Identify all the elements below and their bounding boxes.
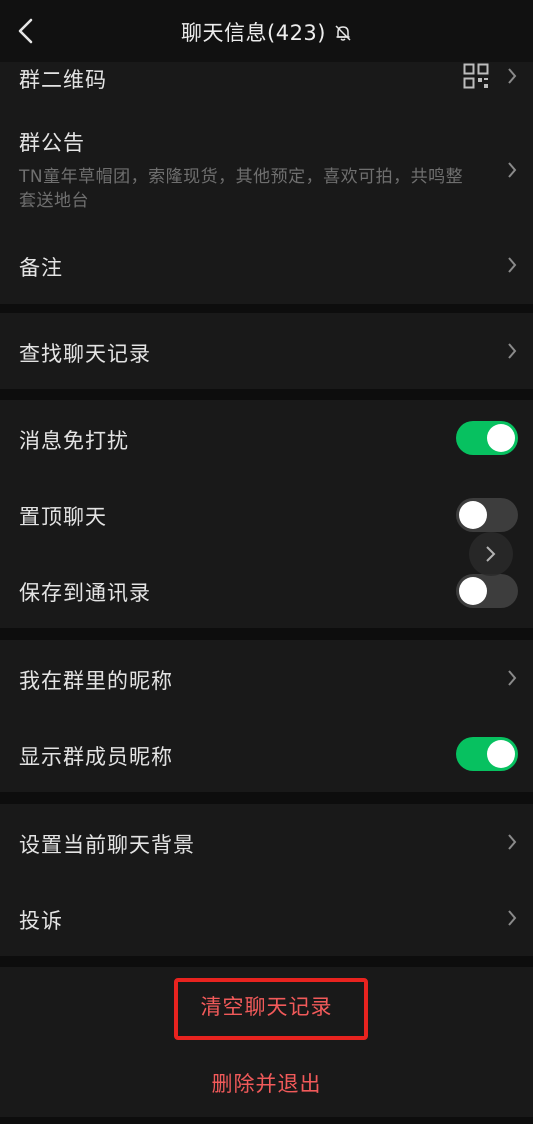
page-title-text: 聊天信息(423) [181, 21, 326, 45]
show-member-nickname-toggle[interactable] [456, 737, 518, 771]
sticky-on-top-toggle[interactable] [456, 498, 518, 532]
announcement-row[interactable]: 群公告 TN童年草帽团，索隆现货，其他预定，喜欢可拍，共鸣整套送地台 [0, 120, 533, 216]
my-nickname-row[interactable]: 我在群里的昵称 [0, 640, 533, 716]
nickname-section: 我在群里的昵称 显示群成员昵称 [0, 640, 533, 792]
chevron-right-icon [508, 343, 517, 359]
save-to-contacts-label: 保存到通讯录 [19, 581, 151, 605]
chevron-right-icon [508, 68, 517, 84]
my-nickname-label: 我在群里的昵称 [19, 669, 173, 693]
qrcode-label: 群二维码 [19, 68, 107, 92]
toggle-knob [459, 501, 487, 529]
show-member-nickname-label: 显示群成员昵称 [19, 745, 173, 769]
page-title: 聊天信息(423) [0, 17, 533, 47]
chevron-right-icon [508, 670, 517, 686]
chevron-right-icon [508, 162, 517, 178]
chevron-right-icon [508, 910, 517, 926]
search-section: 查找聊天记录 [0, 313, 533, 389]
save-to-contacts-row: 保存到通讯录 [0, 552, 533, 628]
toggle-knob [459, 577, 487, 605]
remark-row[interactable]: 备注 [0, 232, 533, 294]
toggle-knob [487, 740, 515, 768]
misc-section: 设置当前聊天背景 投诉 [0, 804, 533, 956]
do-not-disturb-row: 消息免打扰 [0, 400, 533, 476]
complain-row[interactable]: 投诉 [0, 880, 533, 956]
remark-label: 备注 [19, 256, 63, 280]
top-bar: 聊天信息(423) [0, 0, 533, 62]
save-to-contacts-toggle[interactable] [456, 574, 518, 608]
do-not-disturb-label: 消息免打扰 [19, 429, 129, 453]
floating-expand-button[interactable] [469, 532, 513, 576]
complain-label: 投诉 [19, 909, 63, 933]
group-info-section: 群二维码 群公告 TN童年草帽团，索隆现货，其他预定，喜欢可拍，共鸣整套送地台 … [0, 62, 533, 304]
sticky-on-top-label: 置顶聊天 [19, 505, 107, 529]
announcement-text: TN童年草帽团，索隆现货，其他预定，喜欢可拍，共鸣整套送地台 [19, 167, 464, 211]
clear-history-highlight-box [174, 978, 368, 1040]
chevron-right-icon [508, 834, 517, 850]
set-background-label: 设置当前聊天背景 [19, 833, 195, 857]
chevron-right-icon [486, 546, 496, 562]
announcement-label: 群公告 [19, 131, 85, 155]
do-not-disturb-toggle[interactable] [456, 421, 518, 455]
settings-section: 消息免打扰 置顶聊天 保存到通讯录 [0, 400, 533, 628]
qrcode-icon [463, 63, 489, 89]
bell-off-icon [335, 25, 351, 41]
set-background-row[interactable]: 设置当前聊天背景 [0, 804, 533, 880]
delete-and-exit-button[interactable]: 删除并退出 [0, 1068, 533, 1098]
sticky-on-top-row: 置顶聊天 [0, 476, 533, 552]
chevron-right-icon [508, 257, 517, 273]
toggle-knob [487, 424, 515, 452]
show-member-nickname-row: 显示群成员昵称 [0, 716, 533, 792]
search-history-row[interactable]: 查找聊天记录 [0, 313, 533, 389]
qrcode-row[interactable]: 群二维码 [0, 62, 533, 92]
search-history-label: 查找聊天记录 [19, 342, 151, 366]
